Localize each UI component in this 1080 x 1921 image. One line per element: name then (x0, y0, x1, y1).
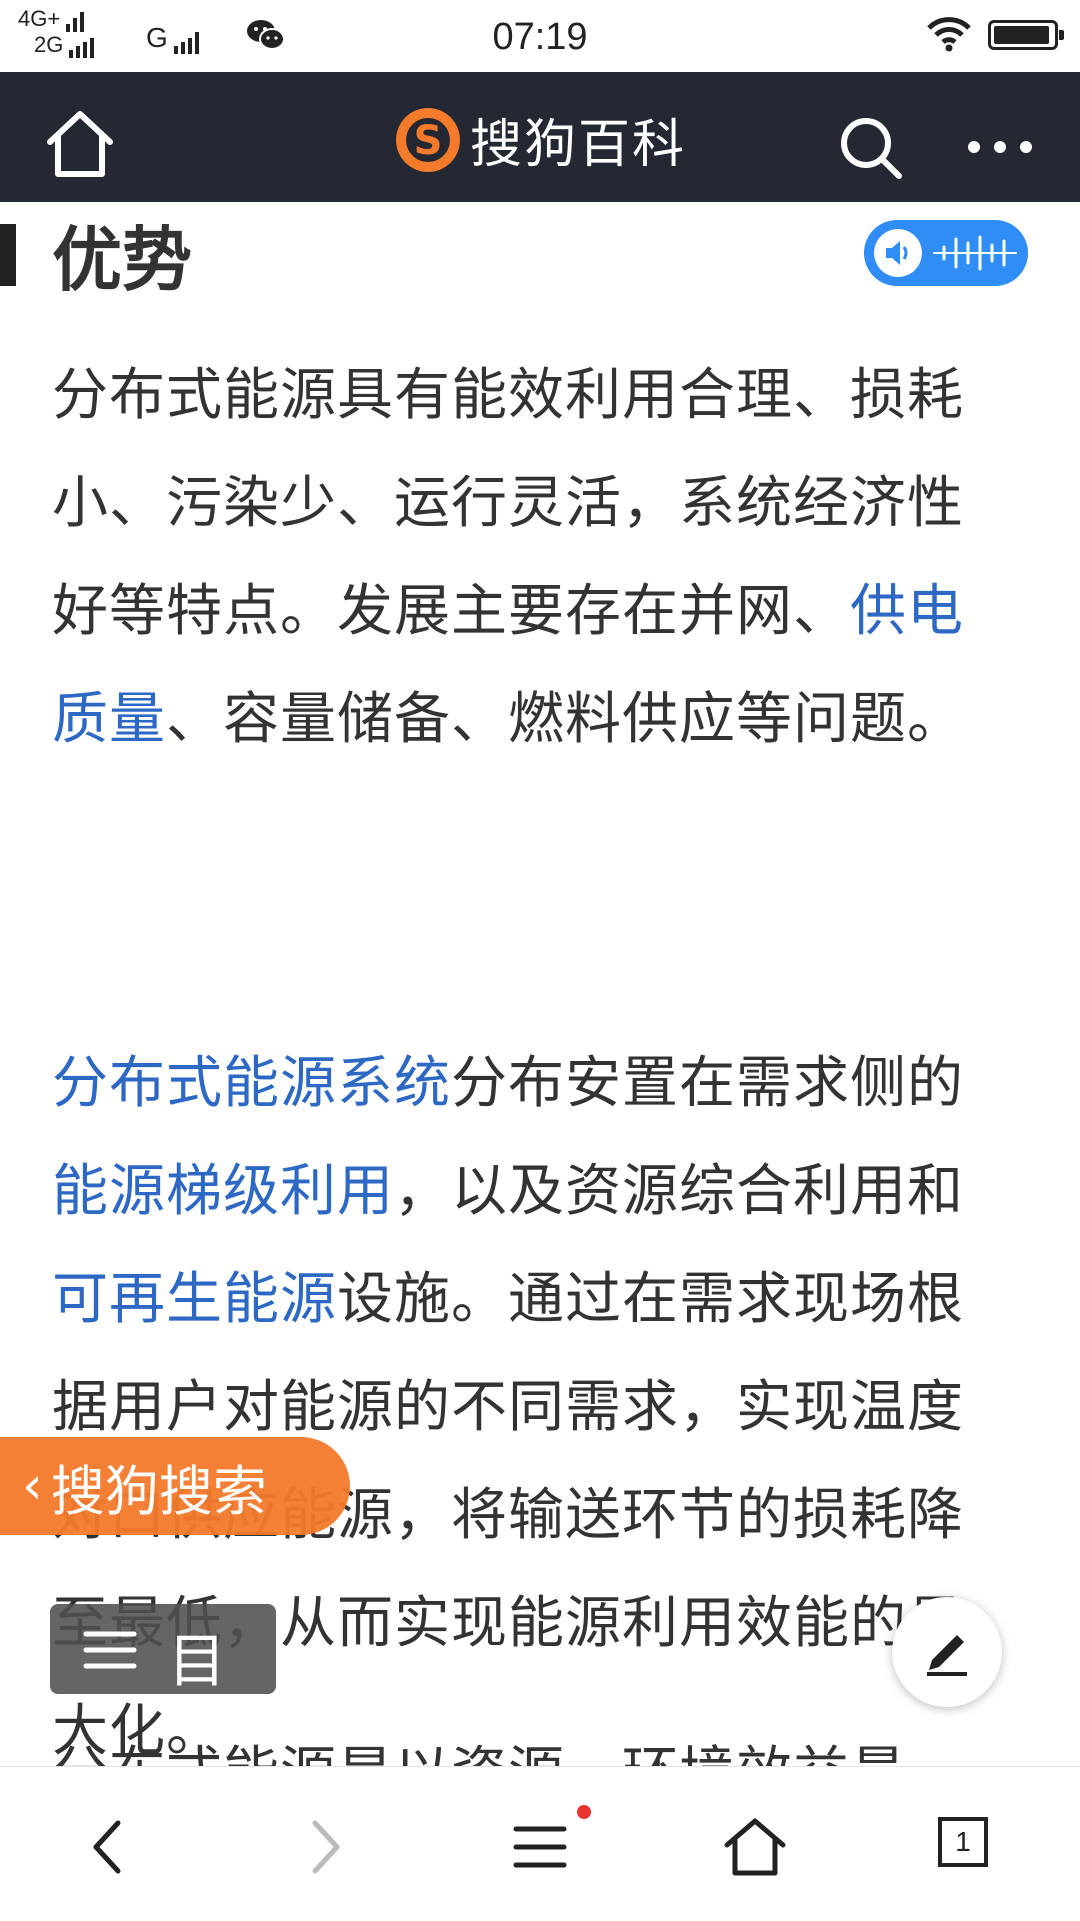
wifi-icon (927, 17, 971, 52)
sogou-logo-icon: S (396, 107, 460, 172)
more-icon[interactable] (960, 122, 1040, 172)
battery-level-fill (994, 26, 1049, 44)
logo-letter: S (414, 118, 443, 164)
pencil-icon (927, 1635, 967, 1676)
paragraph-text: 分布式能源具有能效利用合理、损耗小、污染少、运行灵活，系统经济性好等特点。发展主… (52, 363, 964, 644)
toc-label: 目 (168, 1627, 227, 1695)
list-lines-icon (83, 1631, 137, 1669)
notification-dot (577, 1805, 591, 1819)
link-distributed-energy-system[interactable]: 分布式能源系统 (52, 1051, 451, 1116)
back-icon[interactable] (70, 1807, 150, 1887)
tabs-button[interactable]: 1 (930, 1807, 1010, 1887)
browser-bottom-bar: 1 (0, 1766, 1080, 1921)
menu-icon[interactable] (500, 1807, 580, 1887)
logo-text: 搜狗百科 (470, 115, 687, 175)
top-navigation-bar: S 搜狗百科 (0, 72, 1080, 202)
battery-icon (988, 20, 1064, 50)
waveform-icon (933, 235, 1017, 271)
tab-count: 1 (938, 1817, 988, 1867)
link-cascade-energy-utilization[interactable]: 能源梯级利用 (52, 1159, 394, 1224)
paragraph-text: ，以及资源综合利用和 (394, 1159, 964, 1224)
forward-icon[interactable] (283, 1807, 363, 1887)
search-icon[interactable] (835, 112, 907, 184)
sogou-baike-logo[interactable]: S 搜狗百科 (392, 102, 686, 177)
link-renewable-energy[interactable]: 可再生能源 (52, 1267, 337, 1332)
read-aloud-button[interactable] (864, 220, 1028, 286)
paragraph-text: 分布安置在需求侧的 (451, 1051, 964, 1116)
paragraph-text: 、容量储备、燃料供应等问题。 (166, 687, 964, 752)
status-bar: 4G+ 2G G 07:19 (0, 0, 1080, 72)
home-icon[interactable] (40, 102, 120, 182)
edit-button[interactable] (892, 1597, 1002, 1707)
sogou-search-button[interactable]: ‹ 搜狗搜索 (0, 1437, 350, 1535)
chevron-left-icon: ‹ (22, 1456, 43, 1516)
home-icon[interactable] (715, 1807, 795, 1887)
speaker-icon (874, 229, 922, 277)
section-marker (0, 224, 16, 286)
section-title: 优势 (52, 219, 192, 301)
table-of-contents-button[interactable]: 目 (50, 1604, 276, 1695)
clock: 07:19 (492, 16, 588, 58)
paragraph-advantages: 分布式能源具有能效利用合理、损耗小、污染少、运行灵活，系统经济性好等特点。发展主… (52, 342, 1012, 774)
sogou-search-label: 搜狗搜索 (50, 1459, 267, 1523)
